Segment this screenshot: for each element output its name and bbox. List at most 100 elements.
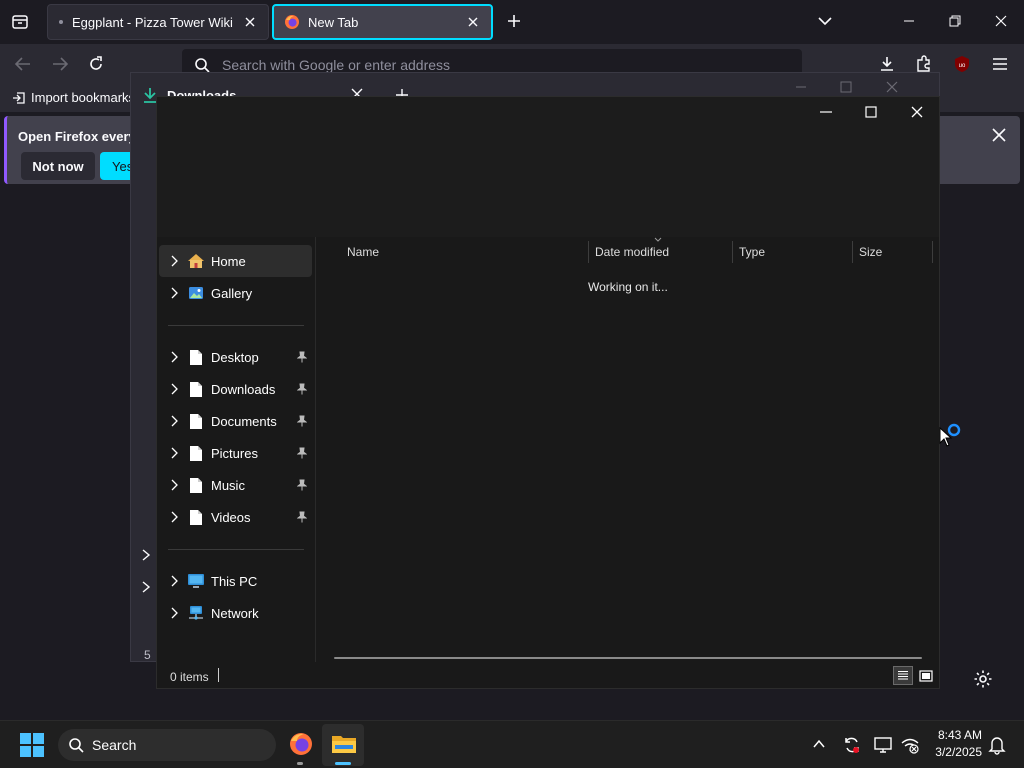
windows-start-icon[interactable]: [20, 733, 44, 757]
wiki-favicon-icon: [58, 19, 64, 25]
nav-item-label: Gallery: [211, 285, 253, 301]
column-header-date-modified[interactable]: Date modified: [595, 245, 669, 259]
expand-chevron-icon[interactable]: [161, 287, 187, 299]
library-expand-chevron-icon[interactable]: [141, 549, 151, 561]
nav-item-label: Home: [211, 253, 246, 269]
expand-chevron-icon[interactable]: [161, 575, 187, 587]
large-icons-view-icon[interactable]: [917, 666, 935, 685]
active-app-indicator: [335, 762, 351, 765]
forward-arrow-icon[interactable]: [51, 55, 69, 73]
expand-chevron-icon[interactable]: [161, 255, 187, 267]
details-view-icon[interactable]: [893, 666, 913, 685]
new-tab-plus-icon[interactable]: [505, 12, 523, 30]
tab-close-icon[interactable]: [461, 10, 485, 34]
column-header-row: Name Date modified Type Size: [316, 237, 940, 267]
file-explorer-taskbar-button[interactable]: [322, 724, 364, 766]
document-icon: [187, 412, 205, 430]
tab-overview-icon[interactable]: [10, 12, 30, 32]
display-icon[interactable]: [873, 735, 893, 755]
notification-text: Open Firefox every: [18, 129, 136, 144]
expand-chevron-icon[interactable]: [161, 479, 187, 491]
library-expand-chevron-icon[interactable]: [141, 581, 151, 593]
tab-eggplant[interactable]: Eggplant - Pizza Tower Wiki: [47, 4, 269, 40]
search-icon: [68, 737, 84, 753]
extensions-puzzle-icon[interactable]: [915, 55, 933, 73]
expand-chevron-icon[interactable]: [161, 415, 187, 427]
nav-item-label: This PC: [211, 573, 258, 589]
column-header-size[interactable]: Size: [859, 245, 882, 259]
not-now-button[interactable]: Not now: [21, 152, 95, 180]
menu-hamburger-icon[interactable]: [991, 56, 1009, 72]
nav-item-this-pc[interactable]: This PC: [159, 565, 312, 597]
column-header-type[interactable]: Type: [739, 245, 765, 259]
nav-item-pictures[interactable]: Pictures: [159, 437, 312, 469]
nav-item-network[interactable]: Network: [159, 597, 312, 629]
nav-divider: [168, 549, 304, 550]
explorer-close-icon[interactable]: [910, 105, 924, 119]
home-icon: [187, 252, 205, 270]
import-bookmarks-label: Import bookmarks: [31, 90, 136, 105]
restore-icon[interactable]: [948, 14, 962, 28]
nav-item-home[interactable]: Home: [159, 245, 312, 277]
taskbar: Search 8:43 AM 3/2/2025: [0, 720, 1024, 768]
taskbar-search-box[interactable]: Search: [58, 729, 276, 761]
library-close-icon[interactable]: [885, 80, 899, 94]
column-divider[interactable]: [852, 241, 853, 263]
back-arrow-icon[interactable]: [14, 55, 32, 73]
document-icon: [187, 380, 205, 398]
pin-icon: [294, 415, 310, 427]
library-footer-text: 5: [144, 648, 151, 662]
pin-icon: [294, 383, 310, 395]
show-hidden-icons-chevron-up-icon[interactable]: [812, 738, 826, 750]
tab-new-tab[interactable]: New Tab: [272, 4, 493, 40]
settings-gear-icon[interactable]: [973, 669, 993, 689]
file-list-area: Name Date modified Type Size Working on …: [315, 237, 939, 662]
pin-icon: [294, 447, 310, 459]
nav-item-documents[interactable]: Documents: [159, 405, 312, 437]
expand-chevron-icon[interactable]: [161, 383, 187, 395]
expand-chevron-icon[interactable]: [161, 447, 187, 459]
column-header-name[interactable]: Name: [347, 245, 379, 259]
column-divider[interactable]: [932, 241, 933, 263]
taskbar-search-label: Search: [92, 737, 137, 753]
no-network-icon[interactable]: [900, 735, 920, 755]
nav-item-label: Downloads: [211, 381, 276, 397]
explorer-maximize-icon[interactable]: [864, 105, 878, 119]
notification-close-icon[interactable]: [992, 128, 1006, 142]
nav-item-downloads[interactable]: Downloads: [159, 373, 312, 405]
nav-divider: [168, 325, 304, 326]
firefox-taskbar-icon[interactable]: [288, 731, 314, 757]
nav-item-label: Videos: [211, 509, 251, 525]
clock-date[interactable]: 3/2/2025: [924, 745, 982, 759]
notifications-bell-icon[interactable]: [988, 735, 1006, 755]
horizontal-scrollbar[interactable]: [334, 657, 922, 659]
expand-chevron-icon[interactable]: [161, 351, 187, 363]
clock-time[interactable]: 8:43 AM: [924, 728, 982, 742]
ublock-origin-icon[interactable]: uo: [953, 55, 971, 73]
document-icon: [187, 348, 205, 366]
nav-item-label: Desktop: [211, 349, 259, 365]
nav-item-videos[interactable]: Videos: [159, 501, 312, 533]
expand-chevron-icon[interactable]: [161, 511, 187, 523]
library-minimize-icon[interactable]: [794, 80, 808, 94]
nav-item-desktop[interactable]: Desktop: [159, 341, 312, 373]
sync-icon[interactable]: [842, 735, 862, 755]
reload-icon[interactable]: [87, 55, 105, 73]
nav-item-music[interactable]: Music: [159, 469, 312, 501]
expand-chevron-icon[interactable]: [161, 607, 187, 619]
library-maximize-icon[interactable]: [839, 80, 853, 94]
browser-tab-bar: Eggplant - Pizza Tower Wiki New Tab: [0, 0, 1024, 44]
explorer-title-area: [157, 97, 939, 237]
column-divider[interactable]: [588, 241, 589, 263]
tab-title: New Tab: [308, 14, 359, 30]
import-bookmarks-button[interactable]: Import bookmarks: [12, 90, 135, 105]
downloads-icon[interactable]: [878, 55, 896, 73]
list-all-tabs-chevron-down-icon[interactable]: [817, 14, 833, 28]
minimize-icon[interactable]: [902, 14, 916, 28]
nav-item-gallery[interactable]: Gallery: [159, 277, 312, 309]
explorer-minimize-icon[interactable]: [819, 105, 833, 119]
download-arrow-icon: [143, 87, 157, 103]
window-close-icon[interactable]: [994, 14, 1008, 28]
column-divider[interactable]: [732, 241, 733, 263]
tab-close-icon[interactable]: [238, 10, 262, 34]
